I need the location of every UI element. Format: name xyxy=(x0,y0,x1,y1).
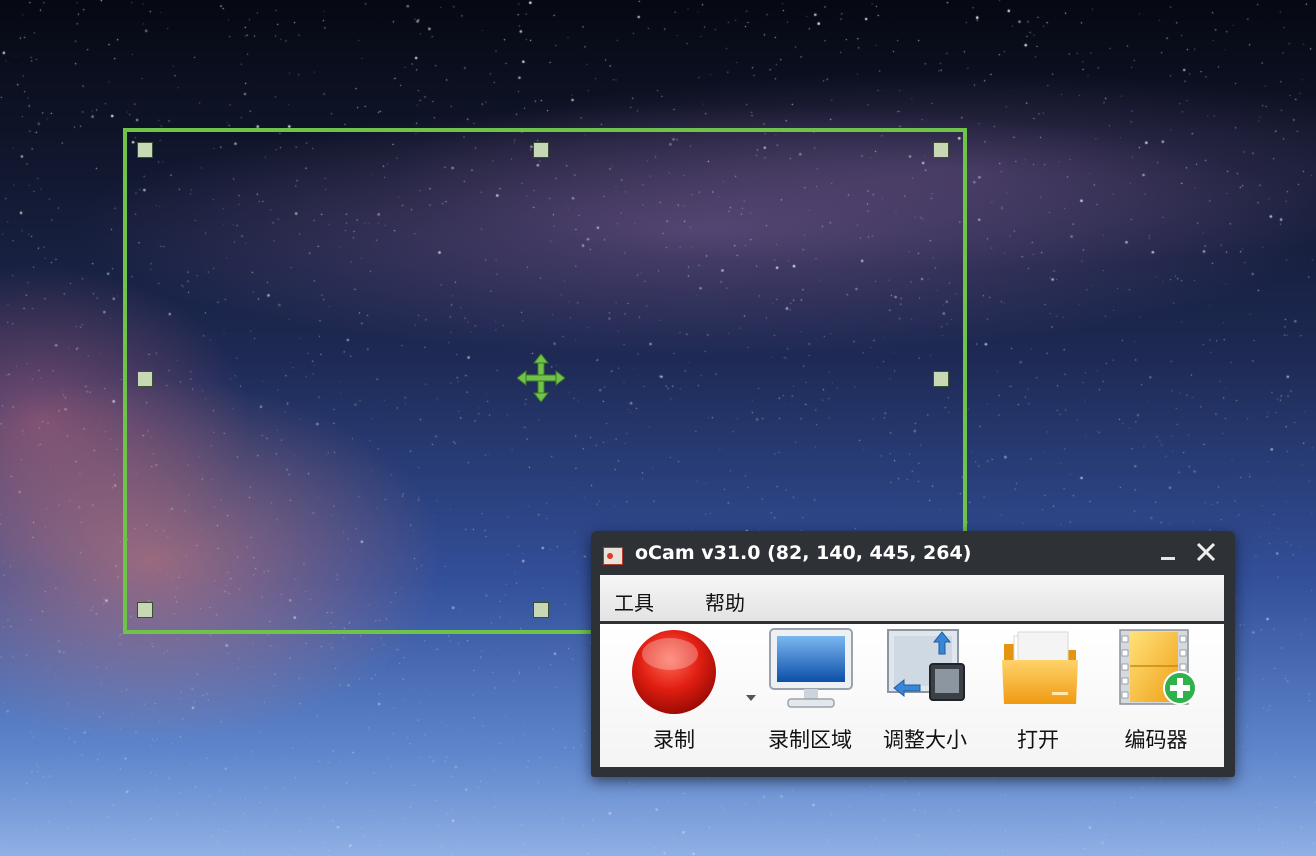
menu-tools[interactable]: 工具 xyxy=(614,587,654,616)
resize-handle-top[interactable] xyxy=(533,142,549,158)
encoder-label: 编码器 xyxy=(1124,728,1188,752)
open-button[interactable]: 打开 xyxy=(990,624,1086,767)
resize-button[interactable]: 调整大小 xyxy=(876,624,974,767)
film-add-icon xyxy=(1119,629,1197,705)
encoder-button[interactable]: 编码器 xyxy=(1104,624,1208,767)
record-area-label: 录制区域 xyxy=(768,728,852,752)
open-label: 打开 xyxy=(1017,728,1059,752)
toolbar: 录制 录制区域 调整大小 打开 编码器 xyxy=(600,624,1224,767)
title-bar[interactable]: oCam v31.0 (82, 140, 445, 264) xyxy=(591,531,1235,575)
monitor-icon xyxy=(769,628,853,708)
minimize-icon[interactable] xyxy=(1157,541,1179,565)
record-area-button[interactable]: 录制区域 xyxy=(762,624,858,767)
close-icon[interactable] xyxy=(1193,539,1219,565)
record-dropdown-icon[interactable] xyxy=(745,694,757,702)
resize-handle-bottom-left[interactable] xyxy=(137,602,153,618)
ocam-window: oCam v31.0 (82, 140, 445, 264) 工具 帮助 录制 … xyxy=(591,531,1235,777)
resize-handle-top-right[interactable] xyxy=(933,142,949,158)
resize-handle-bottom[interactable] xyxy=(533,602,549,618)
resize-handle-right[interactable] xyxy=(933,371,949,387)
record-label: 录制 xyxy=(653,728,695,752)
resize-icon xyxy=(887,629,965,701)
menu-help[interactable]: 帮助 xyxy=(705,587,745,616)
resize-handle-left[interactable] xyxy=(137,371,153,387)
ocam-app-icon xyxy=(603,547,623,565)
menu-bar: 工具 帮助 xyxy=(600,575,1224,621)
window-title: oCam v31.0 (82, 140, 445, 264) xyxy=(635,542,972,564)
resize-handle-top-left[interactable] xyxy=(137,142,153,158)
move-crosshair-icon[interactable] xyxy=(517,354,565,402)
record-icon xyxy=(632,630,716,714)
folder-icon xyxy=(1002,631,1078,704)
resize-label: 调整大小 xyxy=(883,728,967,752)
record-button[interactable]: 录制 xyxy=(622,624,726,767)
